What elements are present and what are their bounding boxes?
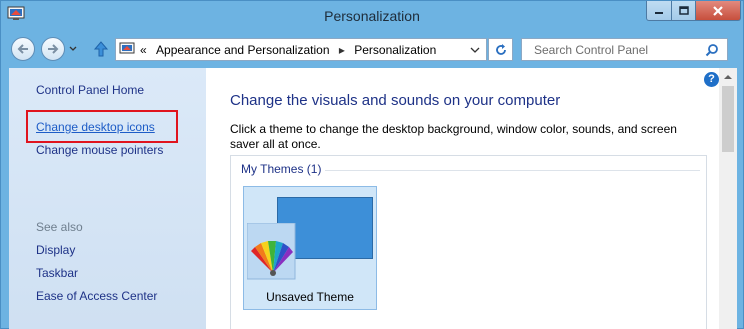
ease-of-access-center-link[interactable]: Ease of Access Center	[36, 289, 157, 303]
window-title: Personalization	[324, 8, 420, 24]
control-panel-home-link[interactable]: Control Panel Home	[36, 83, 144, 97]
close-icon	[713, 5, 723, 16]
forward-button[interactable]	[41, 37, 65, 61]
theme-tile-unsaved[interactable]: Unsaved Theme	[243, 186, 377, 310]
page-title: Change the visuals and sounds on your co…	[230, 92, 561, 109]
address-bar[interactable]: « Appearance and Personalization ▸ Perso…	[115, 38, 487, 61]
breadcrumb-appearance[interactable]: Appearance and Personalization	[156, 43, 329, 57]
control-panel-icon	[119, 42, 135, 54]
back-button[interactable]	[11, 37, 35, 61]
refresh-icon	[495, 43, 506, 55]
minimize-button[interactable]	[646, 1, 672, 21]
main-pane: ? Change the visuals and sounds on your …	[206, 68, 737, 329]
breadcrumb-separator-icon[interactable]: ▸	[339, 43, 345, 57]
navigation-bar: « Appearance and Personalization ▸ Perso…	[1, 31, 743, 67]
breadcrumb: « Appearance and Personalization ▸ Perso…	[140, 43, 436, 57]
task-pane: Control Panel Home Change desktop icons …	[9, 68, 206, 329]
personalization-window: Personalization « Appearance and Persona…	[0, 0, 744, 329]
arrow-right-icon	[48, 44, 59, 54]
recent-pages-chevron-icon[interactable]	[68, 44, 78, 54]
search-icon[interactable]	[705, 43, 719, 57]
theme-name: Unsaved Theme	[266, 290, 354, 304]
themes-list: My Themes (1) Unsaved Theme	[230, 155, 707, 329]
up-arrow-icon[interactable]	[93, 40, 109, 58]
scroll-up-arrow-icon[interactable]	[719, 70, 737, 84]
search-input[interactable]: Search Control Panel	[534, 43, 648, 57]
refresh-button[interactable]	[488, 38, 513, 61]
vertical-scrollbar[interactable]	[719, 68, 737, 329]
search-box[interactable]: Search Control Panel	[521, 38, 728, 61]
arrow-left-icon	[17, 44, 28, 54]
scrollbar-thumb[interactable]	[722, 86, 734, 152]
see-also-heading: See also	[36, 220, 83, 234]
close-button[interactable]	[695, 1, 741, 21]
maximize-icon	[678, 5, 689, 15]
display-link[interactable]: Display	[36, 243, 75, 257]
help-icon[interactable]: ?	[704, 72, 719, 87]
content-area: Control Panel Home Change desktop icons …	[9, 68, 737, 329]
page-description: Click a theme to change the desktop back…	[230, 122, 677, 151]
address-dropdown-chevron-icon[interactable]	[467, 38, 483, 61]
color-swatch-fan-icon	[247, 223, 296, 280]
my-themes-heading[interactable]: My Themes (1)	[241, 162, 321, 176]
taskbar-link[interactable]: Taskbar	[36, 266, 78, 280]
breadcrumb-root-chevrons[interactable]: «	[140, 43, 147, 57]
minimize-icon	[655, 11, 663, 14]
annotation-highlight-box	[26, 110, 178, 143]
title-bar: Personalization	[1, 1, 743, 31]
maximize-button[interactable]	[671, 1, 696, 21]
change-mouse-pointers-link[interactable]: Change mouse pointers	[36, 143, 163, 157]
themes-divider	[325, 170, 700, 171]
breadcrumb-personalization[interactable]: Personalization	[354, 43, 436, 57]
